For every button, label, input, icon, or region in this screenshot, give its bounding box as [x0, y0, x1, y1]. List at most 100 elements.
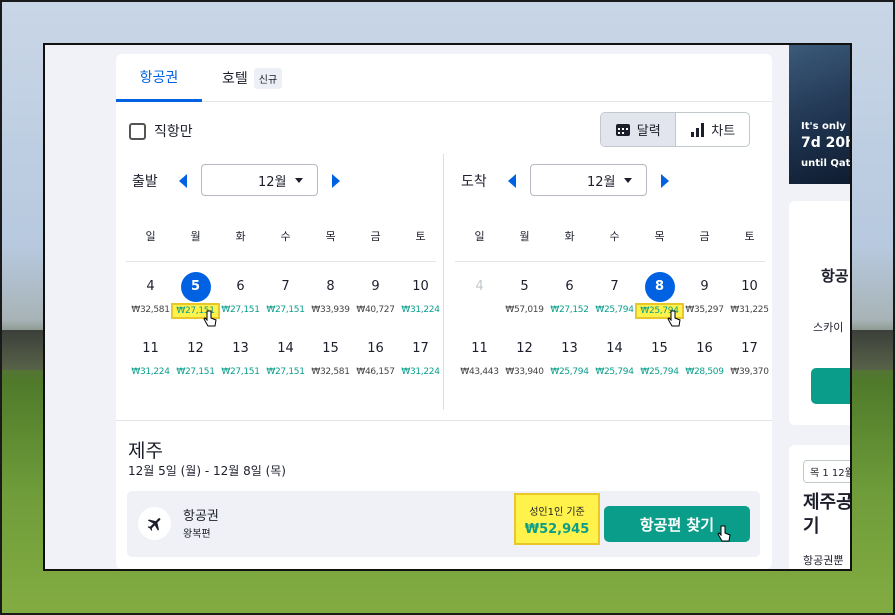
calendar-icon	[615, 124, 630, 136]
day-number: 7	[281, 279, 290, 294]
day-number: 7	[610, 279, 619, 294]
day-price: ₩57,019	[505, 305, 544, 315]
day-number: 8	[644, 272, 675, 302]
calendar-day-cell[interactable]: 17 ₩39,370	[727, 334, 772, 377]
calendar-day-cell[interactable]: 9 ₩35,297	[682, 272, 727, 315]
next-month-icon[interactable]	[332, 174, 340, 188]
side-card-2: 목 1 12월 제주공 기 항공권뿐	[789, 445, 850, 569]
day-number: 17	[741, 341, 758, 356]
day-number: 6	[236, 279, 245, 294]
trip-dates: 12월 5일 (월) - 12월 8일 (목)	[128, 464, 286, 478]
return-month-row: 도착 12월	[450, 163, 768, 197]
day-number: 11	[471, 341, 488, 356]
day-number: 8	[326, 279, 335, 294]
section-divider	[116, 420, 772, 421]
day-price: ₩46,157	[356, 367, 395, 377]
day-number: 5	[180, 272, 211, 302]
calendar-day-cell[interactable]: 12 ₩27,151	[173, 334, 218, 377]
day-price: ₩43,443	[460, 367, 499, 377]
calendar-day-cell[interactable]: 14 ₩27,151	[263, 334, 308, 377]
calendar-day-cell[interactable]: 15 ₩32,581	[308, 334, 353, 377]
direct-only-label: 직항만	[154, 124, 193, 140]
calendar-day-cell[interactable]: 12 ₩33,940	[502, 334, 547, 377]
day-price: ₩39,370	[730, 367, 769, 377]
calendar-day-cell[interactable]: 11 ₩43,443	[457, 334, 502, 377]
tab-flights-label: 항공권	[139, 69, 179, 86]
prev-month-icon[interactable]	[508, 174, 516, 188]
search-card: 항공권 호텔 신규 직항만 달력 차트 출발 12월 일 월 화 수 목 금 토…	[116, 54, 772, 569]
tab-flights[interactable]: 항공권	[116, 54, 202, 102]
day-price: ₩27,151	[266, 305, 305, 315]
calendar-day-cell[interactable]: 10 ₩31,224	[398, 272, 443, 315]
calendar-day-cell[interactable]: 5 ₩57,019	[502, 272, 547, 315]
day-number: 14	[606, 341, 623, 356]
side-card2-subtitle: 항공권뿐	[803, 554, 844, 567]
calendar-day-cell[interactable]: 9 ₩40,727	[353, 272, 398, 315]
weekday-label: 토	[415, 230, 426, 243]
departure-month-select[interactable]: 12월	[201, 164, 318, 196]
day-price: ₩32,581	[311, 367, 350, 377]
chart-view-label: 차트	[711, 124, 736, 139]
return-month-select[interactable]: 12월	[530, 164, 647, 196]
next-month-icon[interactable]	[661, 174, 669, 188]
calendar-day-cell[interactable]: 8 ₩33,939	[308, 272, 353, 315]
price-box: 성인1인 기준 ₩52,945	[514, 493, 600, 545]
return-calendar: 도착 12월 일 월 화 수 목 금 토 4 5 ₩57,019 6 ₩27,152 7 ₩25,794 8…	[450, 154, 769, 414]
side-card-button[interactable]	[811, 368, 850, 404]
result-subtitle: 왕복편	[183, 529, 211, 540]
calendar-day-cell[interactable]: 7 ₩27,151	[263, 272, 308, 315]
weekday-divider	[455, 261, 765, 262]
side-card-title: 항공	[821, 267, 849, 285]
day-number: 17	[412, 341, 429, 356]
tab-hotels[interactable]: 호텔 신규	[222, 54, 283, 102]
calendar-day-cell[interactable]: 13 ₩27,151	[218, 334, 263, 377]
weekday-label: 수	[609, 230, 620, 243]
day-price: ₩31,224	[401, 367, 440, 377]
departure-calendar: 출발 12월 일 월 화 수 목 금 토 4 ₩32,581 5 ₩27,151 6 ₩27,151 7 ₩…	[121, 154, 440, 414]
day-price: ₩25,794	[550, 367, 589, 377]
departure-month-row: 출발 12월	[121, 163, 439, 197]
direct-only-checkbox[interactable]	[129, 122, 146, 140]
calendar-day-cell[interactable]: 16 ₩28,509	[682, 334, 727, 377]
day-price: ₩35,297	[685, 305, 724, 315]
calendar-day-cell[interactable]: 15 ₩25,794	[637, 334, 682, 377]
calendar-day-cell[interactable]: 13 ₩25,794	[547, 334, 592, 377]
day-price: ₩31,224	[131, 367, 170, 377]
calendar-divider	[443, 154, 444, 410]
day-number: 12	[187, 341, 204, 356]
day-price: ₩33,939	[311, 305, 350, 315]
day-price: ₩27,152	[550, 305, 589, 315]
hand-cursor-icon	[667, 310, 681, 327]
tab-bar: 항공권 호텔 신규	[116, 54, 772, 102]
departure-month-value: 12월	[258, 174, 287, 190]
calendar-day-cell[interactable]: 10 ₩31,225	[727, 272, 772, 315]
plane-icon	[138, 507, 171, 540]
calendar-day-cell[interactable]: 16 ₩46,157	[353, 334, 398, 377]
day-number: 10	[741, 279, 758, 294]
chart-view-button[interactable]: 차트	[676, 113, 750, 146]
side-card: 항공 스카이	[789, 201, 850, 425]
calendar-day-cell[interactable]: 7 ₩25,794	[592, 272, 637, 315]
day-number: 9	[700, 279, 709, 294]
day-price: ₩25,794	[595, 367, 634, 377]
calendar-day-cell[interactable]: 11 ₩31,224	[128, 334, 173, 377]
prev-month-icon[interactable]	[179, 174, 187, 188]
day-price: ₩40,727	[356, 305, 395, 315]
day-price: ₩28,509	[685, 367, 724, 377]
calendar-day-cell[interactable]: 17 ₩31,224	[398, 334, 443, 377]
browser-window: 항공권 호텔 신규 직항만 달력 차트 출발 12월 일 월 화 수 목 금 토…	[43, 43, 852, 571]
calendar-day-cell[interactable]: 4 ₩32,581	[128, 272, 173, 315]
day-price: ₩32,581	[131, 305, 170, 315]
day-number: 14	[277, 341, 294, 356]
result-title: 항공권	[183, 509, 219, 524]
day-number: 16	[696, 341, 713, 356]
direct-only-filter[interactable]: 직항만	[129, 121, 193, 141]
calendar-view-button[interactable]: 달력	[601, 113, 676, 146]
calendar-day-cell[interactable]: 6 ₩27,152	[547, 272, 592, 315]
calendar-day-cell[interactable]: 14 ₩25,794	[592, 334, 637, 377]
departure-label: 출발	[132, 174, 158, 190]
weekday-label: 금	[370, 230, 381, 243]
calendar-day-cell[interactable]: 6 ₩27,151	[218, 272, 263, 315]
promo-banner[interactable]: It's only 7d 20h until Qat	[789, 45, 850, 184]
return-label: 도착	[461, 174, 487, 190]
